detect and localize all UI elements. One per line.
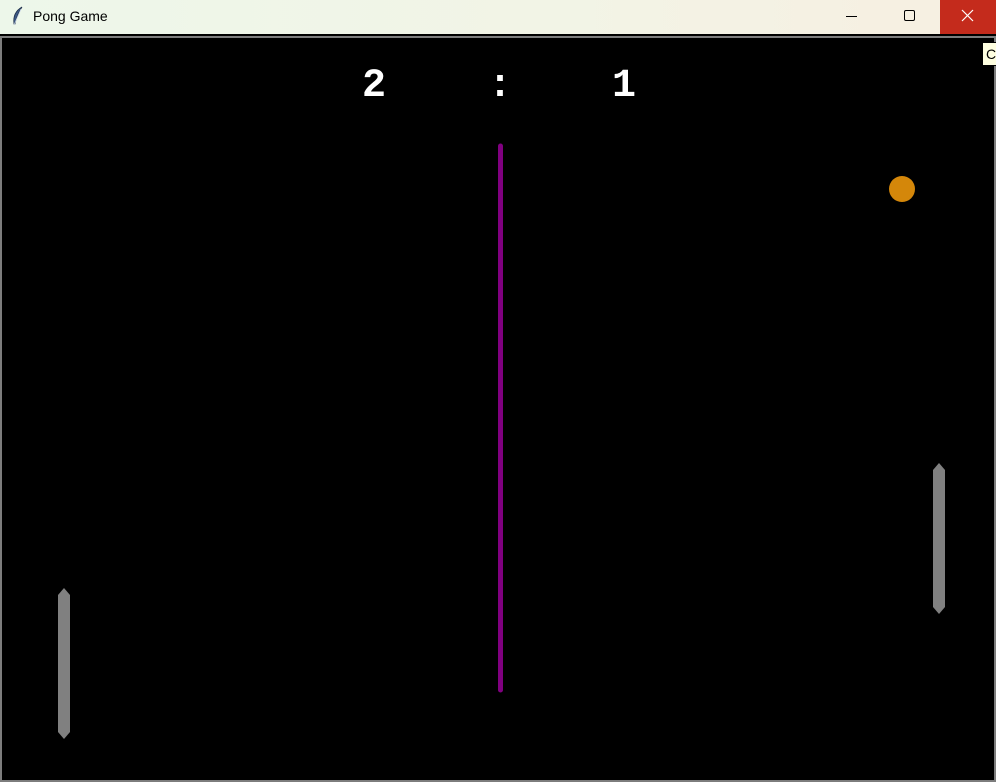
pong-window: Pong Game 2 : 1 C	[0, 0, 996, 782]
minimize-button[interactable]	[824, 0, 880, 34]
tooltip: C	[982, 42, 996, 66]
feather-icon	[10, 6, 26, 26]
game-field[interactable]: 2 : 1	[2, 38, 994, 780]
right-score: 1	[612, 64, 636, 109]
maximize-icon	[904, 10, 915, 21]
close-button[interactable]	[940, 0, 996, 34]
ball	[889, 176, 915, 202]
close-icon	[961, 9, 974, 22]
maximize-button[interactable]	[881, 0, 937, 34]
minimize-icon	[846, 16, 857, 17]
right-paddle	[933, 463, 945, 614]
window-title: Pong Game	[33, 8, 108, 24]
left-score: 2	[362, 64, 386, 109]
score-separator: :	[488, 64, 512, 109]
left-paddle	[58, 588, 70, 739]
title-bar[interactable]: Pong Game	[0, 0, 996, 34]
